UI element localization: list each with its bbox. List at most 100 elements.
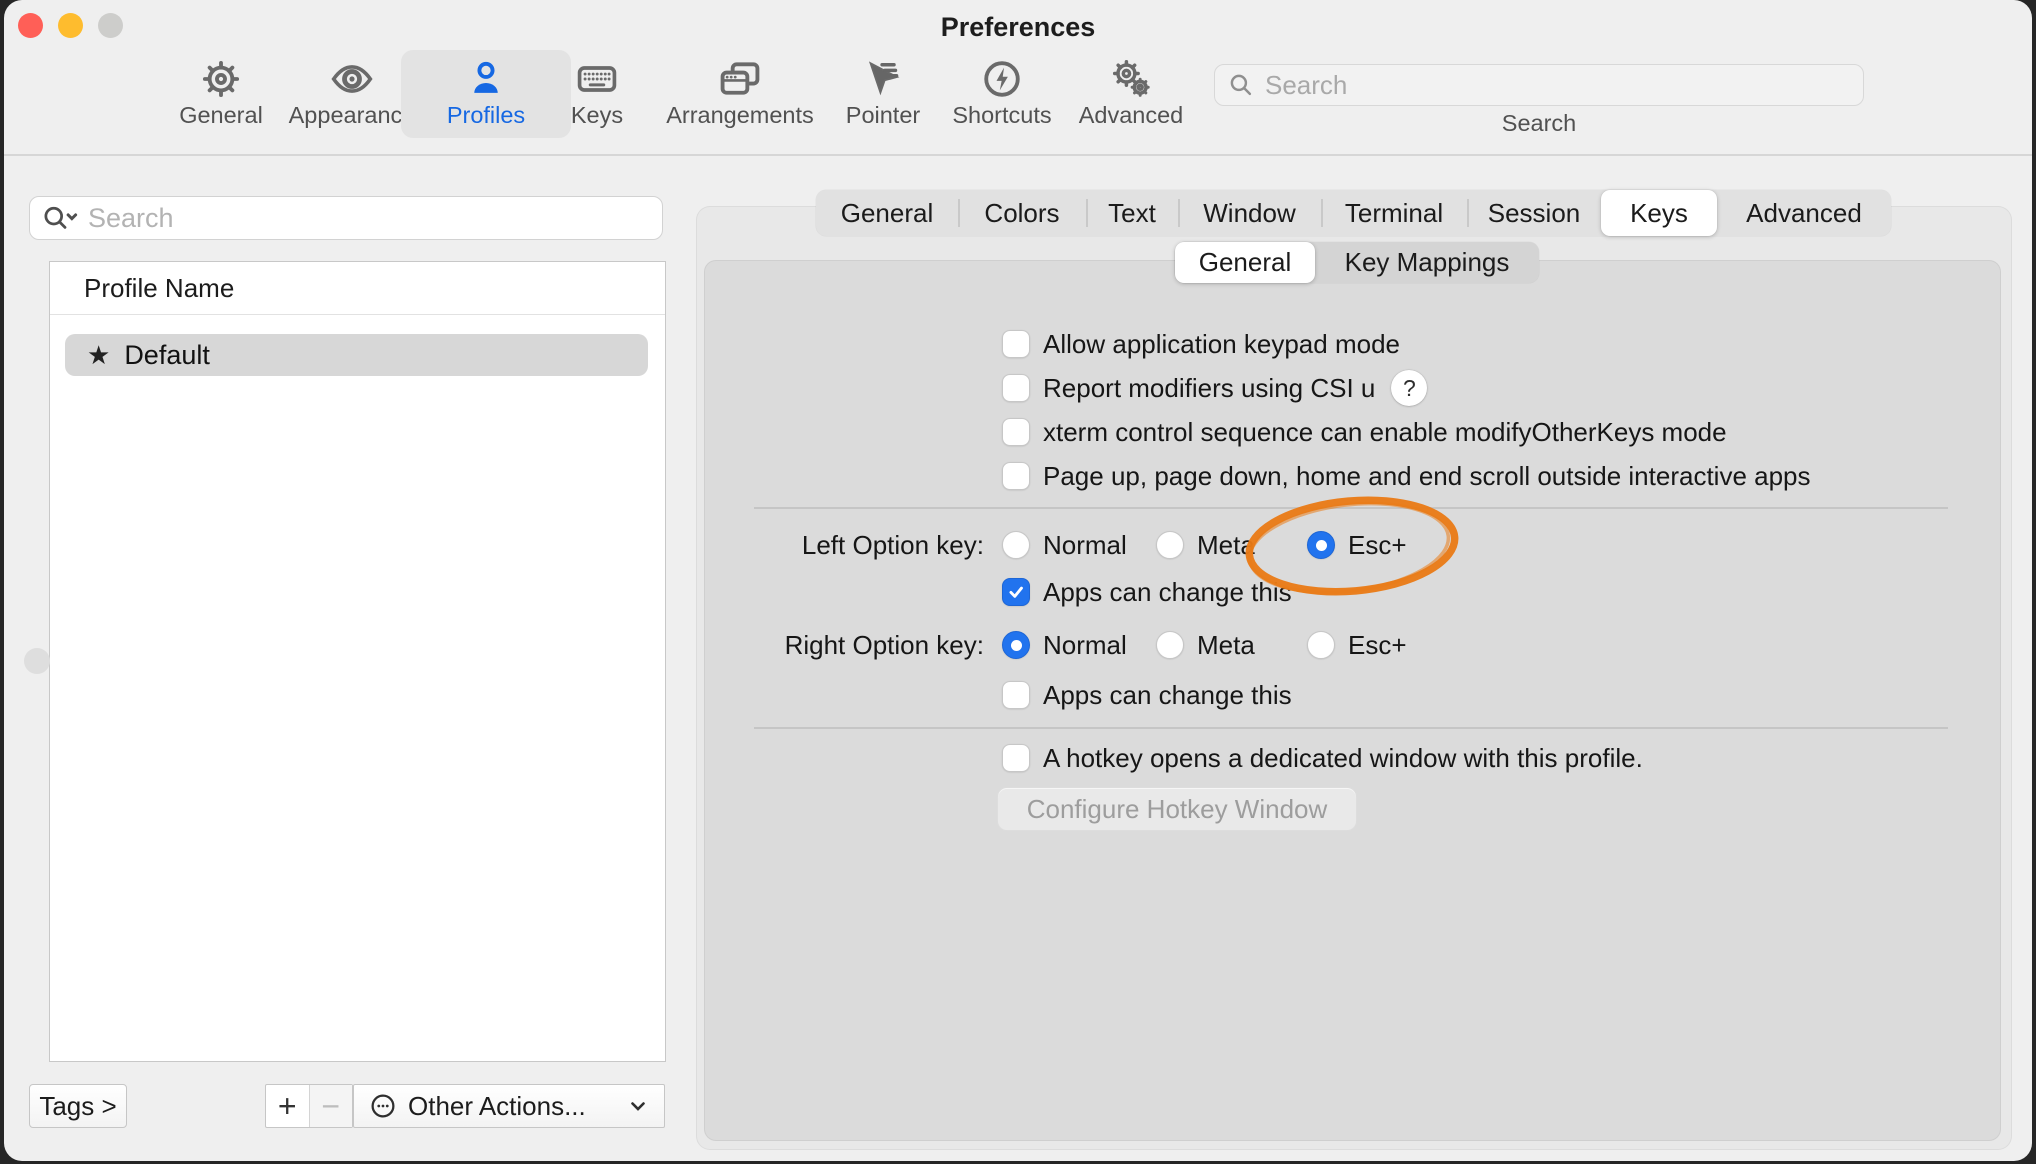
checkbox-label: A hotkey opens a dedicated window with t…: [1043, 743, 1643, 774]
tab-label: General: [841, 198, 934, 229]
page-scroll-checkbox[interactable]: [1002, 462, 1030, 490]
other-actions-label: Other Actions...: [408, 1091, 586, 1122]
right-option-meta[interactable]: Meta: [1156, 624, 1255, 666]
radio-normal[interactable]: [1002, 531, 1030, 559]
toolbar-search-input[interactable]: Search: [1214, 64, 1864, 106]
tab-general[interactable]: General: [816, 190, 958, 236]
left-option-esc[interactable]: Esc+: [1307, 524, 1407, 566]
radio-label: Normal: [1043, 630, 1127, 661]
profile-search-input[interactable]: Search: [29, 196, 663, 240]
tab-keys[interactable]: Keys: [1601, 190, 1717, 236]
right-option-normal[interactable]: Normal: [1002, 624, 1127, 666]
button-label: Configure Hotkey Window: [1027, 794, 1328, 825]
window-edge-dot: [24, 648, 50, 674]
checkbox-label: Allow application keypad mode: [1043, 329, 1400, 360]
toolbar-divider: [4, 154, 2032, 156]
checkbox-row: Report modifiers using CSI u ?: [1002, 367, 1427, 409]
radio-label: Meta: [1197, 530, 1255, 561]
tab-label: Keys: [1630, 198, 1688, 229]
tab-label: Session: [1488, 198, 1581, 229]
profile-list: Profile Name ★ Default: [49, 261, 666, 1062]
toolbar-label: Appearance: [289, 104, 416, 128]
radio-esc[interactable]: [1307, 531, 1335, 559]
right-option-key-label: Right Option key:: [700, 624, 984, 666]
other-actions-dropdown[interactable]: Other Actions...: [353, 1084, 665, 1128]
checkbox-label: Report modifiers using CSI u: [1043, 373, 1375, 404]
remove-profile-button[interactable]: −: [310, 1085, 353, 1127]
right-apps-checkbox[interactable]: [1002, 681, 1030, 709]
tab-label: Text: [1108, 198, 1156, 229]
windows-icon: [717, 54, 763, 104]
chevron-down-icon: [626, 1094, 650, 1118]
cursor-icon: [861, 54, 905, 104]
right-option-esc[interactable]: Esc+: [1307, 624, 1407, 666]
toolbar-item-advanced[interactable]: Advanced: [1046, 50, 1216, 138]
search-placeholder: Search: [1265, 70, 1347, 101]
hotkey-checkbox[interactable]: [1002, 744, 1030, 772]
subtab-label: General: [1199, 247, 1292, 278]
checkbox-row: Allow application keypad mode: [1002, 323, 1400, 365]
modify-other-keys-checkbox[interactable]: [1002, 418, 1030, 446]
plus-icon: +: [278, 1088, 297, 1125]
profile-tab-bar: General Colors Text Window Terminal Sess…: [816, 190, 1891, 236]
left-option-normal[interactable]: Normal: [1002, 524, 1127, 566]
profile-list-header: Profile Name: [50, 262, 665, 315]
search-icon: [1227, 71, 1255, 99]
help-button[interactable]: ?: [1391, 370, 1427, 406]
tab-terminal[interactable]: Terminal: [1321, 190, 1467, 236]
toolbar-label: Shortcuts: [952, 104, 1051, 128]
right-apps-row: Apps can change this: [1002, 674, 1292, 716]
checkbox-label: Page up, page down, home and end scroll …: [1043, 461, 1811, 492]
toolbar-label: Advanced: [1079, 104, 1184, 128]
ellipsis-circle-icon: [368, 1091, 398, 1121]
tags-button[interactable]: Tags >: [29, 1084, 127, 1128]
tab-text[interactable]: Text: [1086, 190, 1178, 236]
keys-subtab-bar: General Key Mappings: [1175, 242, 1539, 283]
add-profile-button[interactable]: +: [266, 1085, 310, 1127]
checkbox-row: xterm control sequence can enable modify…: [1002, 411, 1727, 453]
left-apps-checkbox[interactable]: [1002, 578, 1030, 606]
gear-icon: [199, 54, 243, 104]
keyboard-icon: [574, 54, 620, 104]
allow-keypad-checkbox[interactable]: [1002, 330, 1030, 358]
profile-row-default[interactable]: ★ Default: [65, 334, 648, 376]
section-divider: [754, 727, 1948, 729]
tab-label: Colors: [984, 198, 1059, 229]
section-divider: [754, 507, 1948, 509]
radio-meta[interactable]: [1156, 631, 1184, 659]
radio-label: Esc+: [1348, 630, 1407, 661]
add-remove-profile-group: + −: [265, 1084, 353, 1128]
csi-u-checkbox[interactable]: [1002, 374, 1030, 402]
subtab-label: Key Mappings: [1345, 247, 1510, 278]
tab-advanced[interactable]: Advanced: [1717, 190, 1891, 236]
radio-label: Meta: [1197, 630, 1255, 661]
star-icon: ★: [87, 340, 110, 371]
checkbox-label: xterm control sequence can enable modify…: [1043, 417, 1727, 448]
gears-icon: [1108, 54, 1154, 104]
tab-label: Terminal: [1345, 198, 1443, 229]
question-mark-icon: ?: [1403, 375, 1416, 402]
toolbar-label: Arrangements: [666, 104, 814, 128]
minus-icon: −: [321, 1088, 340, 1125]
radio-esc[interactable]: [1307, 631, 1335, 659]
toolbar-search-label: Search: [1214, 110, 1864, 137]
tab-window[interactable]: Window: [1178, 190, 1321, 236]
checkbox-row: Page up, page down, home and end scroll …: [1002, 455, 1811, 497]
search-placeholder: Search: [88, 203, 174, 234]
subtab-key-mappings[interactable]: Key Mappings: [1315, 242, 1539, 283]
configure-hotkey-window-button[interactable]: Configure Hotkey Window: [997, 787, 1357, 831]
toolbar-label: General: [179, 104, 263, 128]
tab-session[interactable]: Session: [1467, 190, 1601, 236]
tab-colors[interactable]: Colors: [958, 190, 1086, 236]
checkbox-label: Apps can change this: [1043, 680, 1292, 711]
person-icon: [464, 54, 508, 104]
left-apps-row: Apps can change this: [1002, 571, 1292, 613]
left-option-meta[interactable]: Meta: [1156, 524, 1255, 566]
hotkey-row: A hotkey opens a dedicated window with t…: [1002, 737, 1643, 779]
checkbox-label: Apps can change this: [1043, 577, 1292, 608]
radio-meta[interactable]: [1156, 531, 1184, 559]
radio-label: Normal: [1043, 530, 1127, 561]
radio-normal[interactable]: [1002, 631, 1030, 659]
tab-label: Window: [1203, 198, 1295, 229]
subtab-general[interactable]: General: [1175, 242, 1315, 283]
